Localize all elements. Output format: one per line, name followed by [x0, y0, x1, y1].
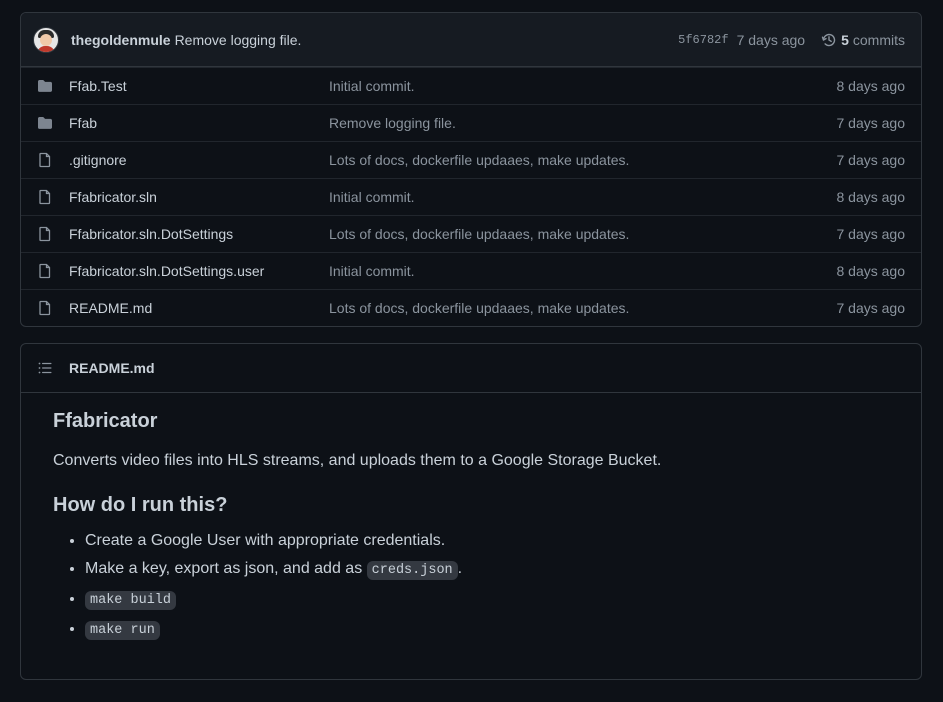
file-icon [37, 189, 53, 205]
file-name-link[interactable]: .gitignore [69, 152, 329, 168]
list-item: Create a Google User with appropriate cr… [85, 529, 889, 553]
file-row[interactable]: .gitignore Lots of docs, dockerfile upda… [21, 141, 921, 178]
list-icon[interactable] [37, 360, 53, 376]
file-listing: thegoldenmule Remove logging file. 5f678… [20, 12, 922, 327]
history-icon [821, 33, 836, 46]
folder-icon [37, 78, 53, 94]
file-row[interactable]: Ffabricator.sln.DotSettings.user Initial… [21, 252, 921, 289]
file-row[interactable]: Ffabricator.sln.DotSettings Lots of docs… [21, 215, 921, 252]
file-commit-message-link[interactable]: Lots of docs, dockerfile updaaes, make u… [329, 226, 837, 242]
readme-title-link[interactable]: README.md [69, 360, 155, 376]
file-commit-message-link[interactable]: Lots of docs, dockerfile updaaes, make u… [329, 152, 837, 168]
inline-code: make run [85, 621, 160, 640]
file-name-link[interactable]: Ffab [69, 115, 329, 131]
commits-count: 5 [841, 31, 849, 48]
file-icon [37, 300, 53, 316]
file-commit-message-link[interactable]: Lots of docs, dockerfile updaaes, make u… [329, 300, 837, 316]
commit-sha-link[interactable]: 5f6782f [678, 33, 728, 47]
file-row[interactable]: README.md Lots of docs, dockerfile updaa… [21, 289, 921, 326]
readme-heading: Ffabricator [53, 410, 158, 432]
file-commit-message-link[interactable]: Initial commit. [329, 189, 837, 205]
file-commit-message-link[interactable]: Remove logging file. [329, 115, 837, 131]
commits-link[interactable]: 5 commits [821, 32, 905, 48]
inline-code: make build [85, 591, 177, 610]
list-item: Make a key, export as json, and add as c… [85, 557, 889, 583]
file-name-link[interactable]: Ffabricator.sln.DotSettings [69, 226, 329, 242]
file-icon [37, 152, 53, 168]
readme-description: Converts video files into HLS streams, a… [53, 452, 662, 469]
file-age: 7 days ago [836, 226, 906, 242]
file-age: 7 days ago [836, 152, 906, 168]
file-age: 7 days ago [836, 300, 906, 316]
readme-subheading: How do I run this? [53, 494, 228, 516]
step-text: Make a key, export as json, and add as [85, 560, 367, 577]
file-name-link[interactable]: Ffabricator.sln [69, 189, 329, 205]
step-text-end: . [457, 560, 463, 577]
file-commit-message-link[interactable]: Initial commit. [329, 263, 837, 279]
file-name-link[interactable]: Ffabricator.sln.DotSettings.user [69, 263, 329, 279]
latest-commit-bar: thegoldenmule Remove logging file. 5f678… [21, 13, 921, 67]
file-name-link[interactable]: Ffab.Test [69, 78, 329, 94]
file-row[interactable]: Ffabricator.sln Initial commit. 8 days a… [21, 178, 921, 215]
file-name-link[interactable]: README.md [69, 300, 329, 316]
readme-steps-list: Create a Google User with appropriate cr… [53, 529, 889, 643]
readme-header: README.md [21, 344, 921, 393]
commits-label: commits [852, 31, 905, 48]
folder-icon [37, 115, 53, 131]
avatar[interactable] [33, 26, 59, 53]
list-item: make build [85, 587, 889, 613]
file-icon [37, 226, 53, 242]
step-text: Create a Google User with appropriate cr… [85, 532, 446, 549]
commit-author-link[interactable]: thegoldenmule [71, 32, 171, 48]
file-age: 8 days ago [836, 78, 906, 94]
list-item: make run [85, 617, 889, 643]
inline-code: creds.json [366, 561, 458, 580]
readme-body: Ffabricator Converts video files into HL… [21, 393, 921, 663]
commit-age: 7 days ago [736, 31, 806, 48]
file-age: 8 days ago [836, 189, 906, 205]
file-row[interactable]: Ffab.Test Initial commit. 8 days ago [21, 67, 921, 104]
file-icon [37, 263, 53, 279]
file-age: 7 days ago [836, 115, 906, 131]
file-age: 8 days ago [836, 263, 906, 279]
file-row[interactable]: Ffab Remove logging file. 7 days ago [21, 104, 921, 141]
commit-message-link[interactable]: Remove logging file. [175, 32, 302, 48]
file-commit-message-link[interactable]: Initial commit. [329, 78, 837, 94]
readme-panel: README.md Ffabricator Converts video fil… [20, 343, 922, 680]
